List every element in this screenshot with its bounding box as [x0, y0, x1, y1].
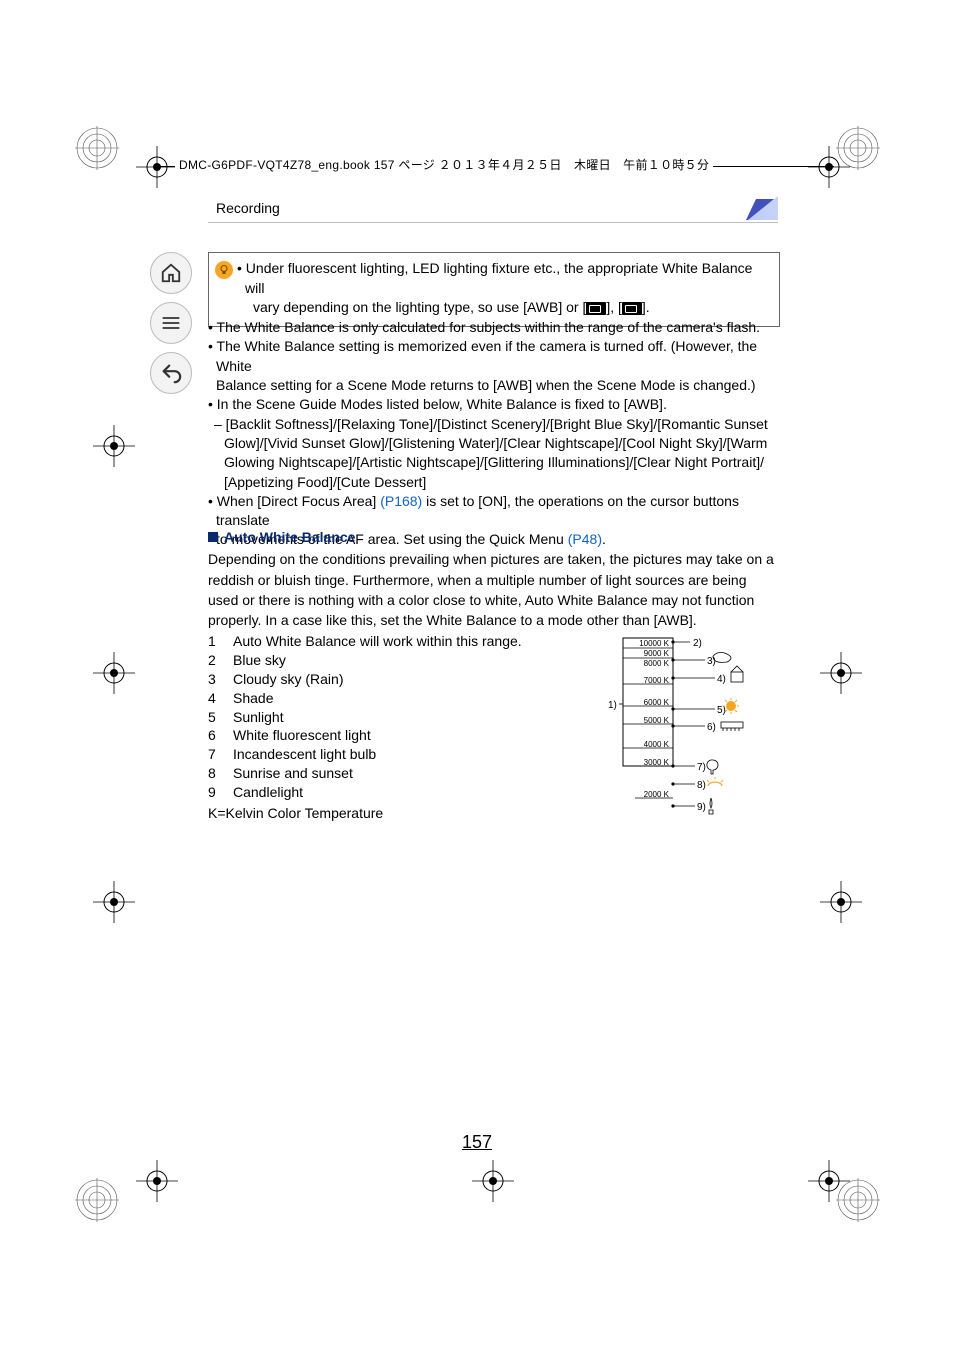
- note-text: Glowing Nightscape]/[Artistic Nightscape…: [208, 453, 780, 472]
- page-link[interactable]: (P168): [380, 493, 422, 509]
- list-item: 9Candlelight: [208, 783, 588, 802]
- tip-line2: vary depending on the lighting type, so …: [237, 298, 771, 318]
- note-text: – [Backlit Softness]/[Relaxing Tone]/[Di…: [208, 415, 780, 434]
- list-item: 7Incandescent light bulb: [208, 745, 588, 764]
- note-text: • In the Scene Guide Modes listed below,…: [208, 395, 780, 414]
- crosshair-mark: [808, 1160, 850, 1202]
- lightbulb-icon: [215, 261, 233, 279]
- svg-text:1): 1): [608, 700, 617, 711]
- list-item: 2Blue sky: [208, 651, 588, 670]
- wb-preset-icon: [586, 302, 606, 315]
- list-item: 1Auto White Balance will work within thi…: [208, 632, 588, 651]
- svg-text:4000 K: 4000 K: [644, 740, 670, 749]
- separator-line: [208, 222, 778, 223]
- wb-preset-icon: [622, 302, 642, 315]
- back-icon[interactable]: [150, 352, 192, 394]
- list-item: 3Cloudy sky (Rain): [208, 670, 588, 689]
- crosshair-mark: [472, 1160, 514, 1202]
- tip-line1: • Under fluorescent lighting, LED lighti…: [237, 259, 771, 298]
- svg-text:6000 K: 6000 K: [644, 698, 670, 707]
- kelvin-note: K=Kelvin Color Temperature: [208, 804, 588, 823]
- page-number: 157: [0, 1132, 954, 1153]
- registration-mark-tl: [75, 126, 119, 170]
- note-text: [Appetizing Food]/[Cute Dessert]: [208, 473, 780, 492]
- svg-text:3000 K: 3000 K: [644, 758, 670, 767]
- awb-heading: Auto White Balance: [208, 527, 780, 547]
- svg-text:6): 6): [707, 722, 716, 733]
- crosshair-mark: [93, 881, 135, 923]
- awb-list: 1Auto White Balance will work within thi…: [208, 632, 588, 823]
- crosshair-mark: [136, 146, 178, 188]
- svg-text:7): 7): [697, 762, 706, 773]
- svg-text:8): 8): [697, 780, 706, 791]
- note-text: Glow]/[Vivid Sunset Glow]/[Glistening Wa…: [208, 434, 780, 453]
- svg-text:4): 4): [717, 674, 726, 685]
- list-item: 5Sunlight: [208, 708, 588, 727]
- crosshair-mark: [808, 146, 850, 188]
- note-text: • When [Direct Focus Area] (P168) is set…: [208, 492, 780, 531]
- tip-box: • Under fluorescent lighting, LED lighti…: [208, 252, 780, 327]
- svg-text:2): 2): [693, 638, 702, 649]
- svg-text:8000 K: 8000 K: [644, 659, 670, 668]
- kelvin-diagram: 1) 10000 K 9000 K 8000 K 7000 K 6000 K 5…: [605, 636, 780, 836]
- svg-text:5): 5): [717, 705, 726, 716]
- list-item: 6White fluorescent light: [208, 726, 588, 745]
- section-header: Recording: [208, 196, 778, 220]
- svg-text:5000 K: 5000 K: [644, 716, 670, 725]
- list-item: 4Shade: [208, 689, 588, 708]
- svg-text:9000 K: 9000 K: [644, 649, 670, 658]
- home-icon[interactable]: [150, 252, 192, 294]
- svg-text:7000 K: 7000 K: [644, 676, 670, 685]
- note-text: • The White Balance is only calculated f…: [208, 318, 780, 337]
- awb-section: Auto White Balance Depending on the cond…: [208, 527, 780, 630]
- svg-text:9): 9): [697, 802, 706, 813]
- body-notes: • The White Balance is only calculated f…: [208, 318, 780, 550]
- doc-header-text: DMC-G6PDF-VQT4Z78_eng.book 157 ページ ２０１３年…: [175, 156, 713, 173]
- section-title: Recording: [208, 200, 280, 216]
- svg-text:2000 K: 2000 K: [644, 790, 670, 799]
- note-text: • The White Balance setting is memorized…: [208, 337, 780, 376]
- crosshair-mark: [820, 881, 862, 923]
- toc-icon[interactable]: [150, 302, 192, 344]
- list-item: 8Sunrise and sunset: [208, 764, 588, 783]
- square-bullet-icon: [208, 532, 218, 542]
- note-text: Balance setting for a Scene Mode returns…: [208, 376, 780, 395]
- crosshair-mark: [136, 1160, 178, 1202]
- crosshair-mark: [93, 425, 135, 467]
- awb-paragraph: Depending on the conditions prevailing w…: [208, 549, 780, 630]
- svg-text:3): 3): [707, 656, 716, 667]
- crosshair-mark: [93, 652, 135, 694]
- svg-text:10000 K: 10000 K: [639, 639, 669, 648]
- registration-mark-bl: [75, 1178, 119, 1222]
- crosshair-mark: [820, 652, 862, 694]
